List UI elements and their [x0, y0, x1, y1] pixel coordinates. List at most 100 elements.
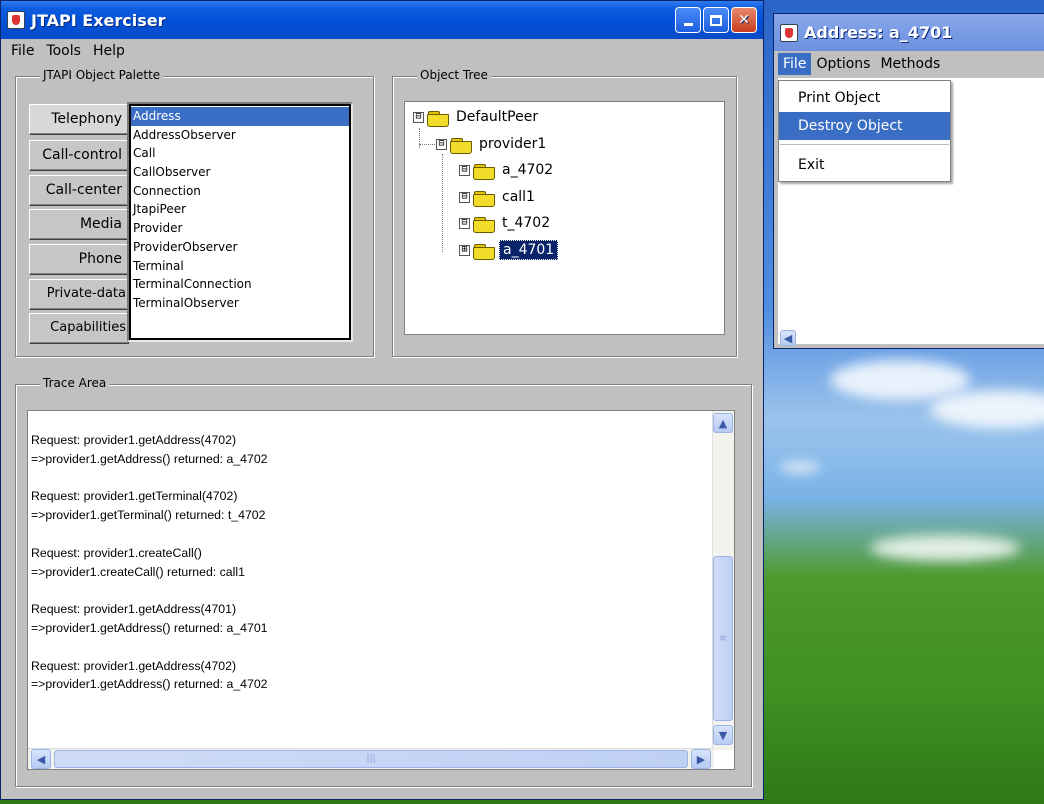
- main-titlebar[interactable]: JTAPI Exerciser ✕: [1, 1, 763, 39]
- trace-vertical-scrollbar[interactable]: ▲ ≡ ▼: [712, 411, 734, 750]
- collapse-icon[interactable]: ⊟: [459, 164, 470, 176]
- address-menubar: File Options Methods: [774, 51, 1044, 77]
- palette-title: JTAPI Object Palette: [40, 68, 164, 82]
- menu-item-exit[interactable]: Exit: [779, 151, 950, 179]
- trace-line: Request: provider1.getTerminal(4702): [31, 489, 238, 504]
- list-item[interactable]: Provider: [131, 219, 349, 238]
- trace-line: [31, 581, 268, 600]
- close-button[interactable]: ✕: [731, 7, 757, 33]
- tree-node-label[interactable]: a_4702: [499, 161, 556, 179]
- trace-line: Request: provider1.getAddress(4702): [31, 658, 237, 673]
- tree-node-t-4702[interactable]: ⊟ t_4702: [459, 212, 553, 234]
- list-item[interactable]: ProviderObserver: [131, 238, 349, 257]
- menu-tools[interactable]: Tools: [40, 41, 87, 61]
- address-menu-file[interactable]: File: [778, 53, 812, 75]
- tree-node-label[interactable]: a_4701: [499, 240, 559, 260]
- trace-line: =>provider1.getAddress() returned: a_470…: [31, 620, 268, 635]
- arrow-up-icon: ▲: [718, 416, 728, 430]
- arrow-down-icon: ▼: [718, 728, 728, 742]
- list-item[interactable]: Call: [131, 144, 349, 163]
- list-item[interactable]: Terminal: [131, 257, 349, 276]
- maximize-button[interactable]: [703, 7, 729, 33]
- trace-line: =>provider1.getTerminal() returned: t_47…: [31, 508, 266, 523]
- address-window-title: Address: a_4701: [804, 23, 953, 42]
- scroll-up-button[interactable]: ▲: [713, 413, 733, 433]
- list-item[interactable]: TerminalObserver: [131, 294, 349, 313]
- address-titlebar[interactable]: Address: a_4701: [774, 14, 1044, 51]
- folder-open-icon: [473, 190, 495, 207]
- folder-closed-icon: [473, 243, 495, 260]
- list-item[interactable]: Address: [131, 107, 349, 126]
- desktop-cloud: [870, 535, 1020, 561]
- tree-node-label[interactable]: t_4702: [499, 214, 553, 232]
- collapse-icon[interactable]: ⊟: [459, 191, 470, 203]
- trace-line: Request: provider1.getAddress(4701): [31, 602, 237, 617]
- java-app-icon: [780, 23, 798, 42]
- tree-node-defaultpeer[interactable]: ⊟ DefaultPeer: [413, 106, 541, 128]
- menu-item-print-object[interactable]: Print Object: [779, 84, 950, 112]
- trace-line: [31, 638, 268, 657]
- horizontal-scroll-thumb[interactable]: |||: [54, 750, 688, 768]
- object-tree: ⊟ DefaultPeer ⊟ provider1 ⊟ a_4702 ⊟ cal…: [404, 101, 725, 335]
- scroll-right-button[interactable]: ▶: [691, 749, 711, 769]
- jtapi-exerciser-window: JTAPI Exerciser ✕ File Tools Help JTAPI …: [0, 0, 764, 800]
- tree-node-label[interactable]: DefaultPeer: [453, 108, 541, 126]
- tree-node-label[interactable]: call1: [499, 188, 538, 206]
- list-item[interactable]: JtapiPeer: [131, 200, 349, 219]
- object-tree-title: Object Tree: [417, 68, 491, 82]
- main-menubar: File Tools Help: [1, 39, 763, 63]
- tree-node-call1[interactable]: ⊟ call1: [459, 186, 538, 208]
- menu-help[interactable]: Help: [87, 41, 131, 61]
- arrow-left-icon: ◀: [783, 331, 793, 345]
- menu-item-destroy-object[interactable]: Destroy Object: [779, 112, 950, 140]
- address-menu-methods[interactable]: Methods: [875, 53, 945, 75]
- list-item[interactable]: CallObserver: [131, 163, 349, 182]
- address-file-menu: Print Object Destroy Object Exit: [778, 80, 951, 182]
- palette-button-telephony[interactable]: Telephony: [29, 104, 129, 135]
- trace-text-area[interactable]: Request: provider1.getAddress(4702) =>pr…: [27, 410, 735, 770]
- trace-line: =>provider1.getAddress() returned: a_470…: [31, 451, 268, 466]
- palette-button-call-center[interactable]: Call-center: [29, 175, 129, 206]
- arrow-left-icon: ◀: [36, 752, 46, 766]
- collapse-icon[interactable]: ⊟: [459, 217, 470, 229]
- collapse-icon[interactable]: ⊟: [436, 138, 447, 150]
- trace-line: Request: provider1.getAddress(4702): [31, 433, 237, 447]
- scroll-down-button[interactable]: ▼: [713, 725, 733, 745]
- trace-line: [31, 469, 268, 488]
- close-icon: ✕: [738, 12, 750, 28]
- java-app-icon: [7, 11, 25, 29]
- trace-area-title: Trace Area: [40, 376, 110, 390]
- collapse-icon[interactable]: ⊟: [413, 111, 424, 123]
- folder-open-icon: [473, 163, 495, 180]
- scroll-left-button[interactable]: ◀: [31, 749, 51, 769]
- tree-node-provider1[interactable]: ⊟ provider1: [436, 133, 549, 155]
- vertical-scroll-thumb[interactable]: ≡: [713, 556, 733, 721]
- tree-node-a-4702[interactable]: ⊟ a_4702: [459, 159, 556, 181]
- trace-line: Request: provider1.createCall(): [31, 545, 202, 560]
- address-menu-options[interactable]: Options: [811, 53, 875, 75]
- palette-button-call-control[interactable]: Call-control: [29, 140, 129, 171]
- trace-line: [31, 525, 268, 544]
- palette-button-phone[interactable]: Phone: [29, 244, 129, 275]
- list-item[interactable]: Connection: [131, 182, 349, 201]
- minimize-button[interactable]: [675, 7, 701, 33]
- desktop-cloud: [780, 462, 820, 472]
- trace-horizontal-scrollbar[interactable]: ◀ ||| ▶: [28, 748, 714, 769]
- trace-line: =>provider1.createCall() returned: call1: [31, 564, 245, 579]
- tree-connector: [442, 154, 443, 252]
- trace-log: Request: provider1.getAddress(4702) =>pr…: [31, 431, 268, 694]
- palette-button-private-data[interactable]: Private-data: [29, 279, 129, 310]
- list-item[interactable]: TerminalConnection: [131, 275, 349, 294]
- palette-object-list[interactable]: Address AddressObserver Call CallObserve…: [127, 102, 353, 342]
- tree-connector: [419, 128, 420, 148]
- scroll-left-button[interactable]: ◀: [780, 330, 796, 346]
- palette-button-capabilities[interactable]: Capabilities: [29, 313, 129, 344]
- folder-open-icon: [427, 110, 449, 127]
- expand-icon[interactable]: ⊞: [459, 244, 470, 256]
- arrow-right-icon: ▶: [696, 752, 706, 766]
- tree-node-label[interactable]: provider1: [476, 135, 549, 153]
- menu-file[interactable]: File: [5, 41, 40, 61]
- tree-node-a-4701[interactable]: ⊞ a_4701: [459, 239, 559, 261]
- list-item[interactable]: AddressObserver: [131, 126, 349, 145]
- palette-button-media[interactable]: Media: [29, 209, 129, 240]
